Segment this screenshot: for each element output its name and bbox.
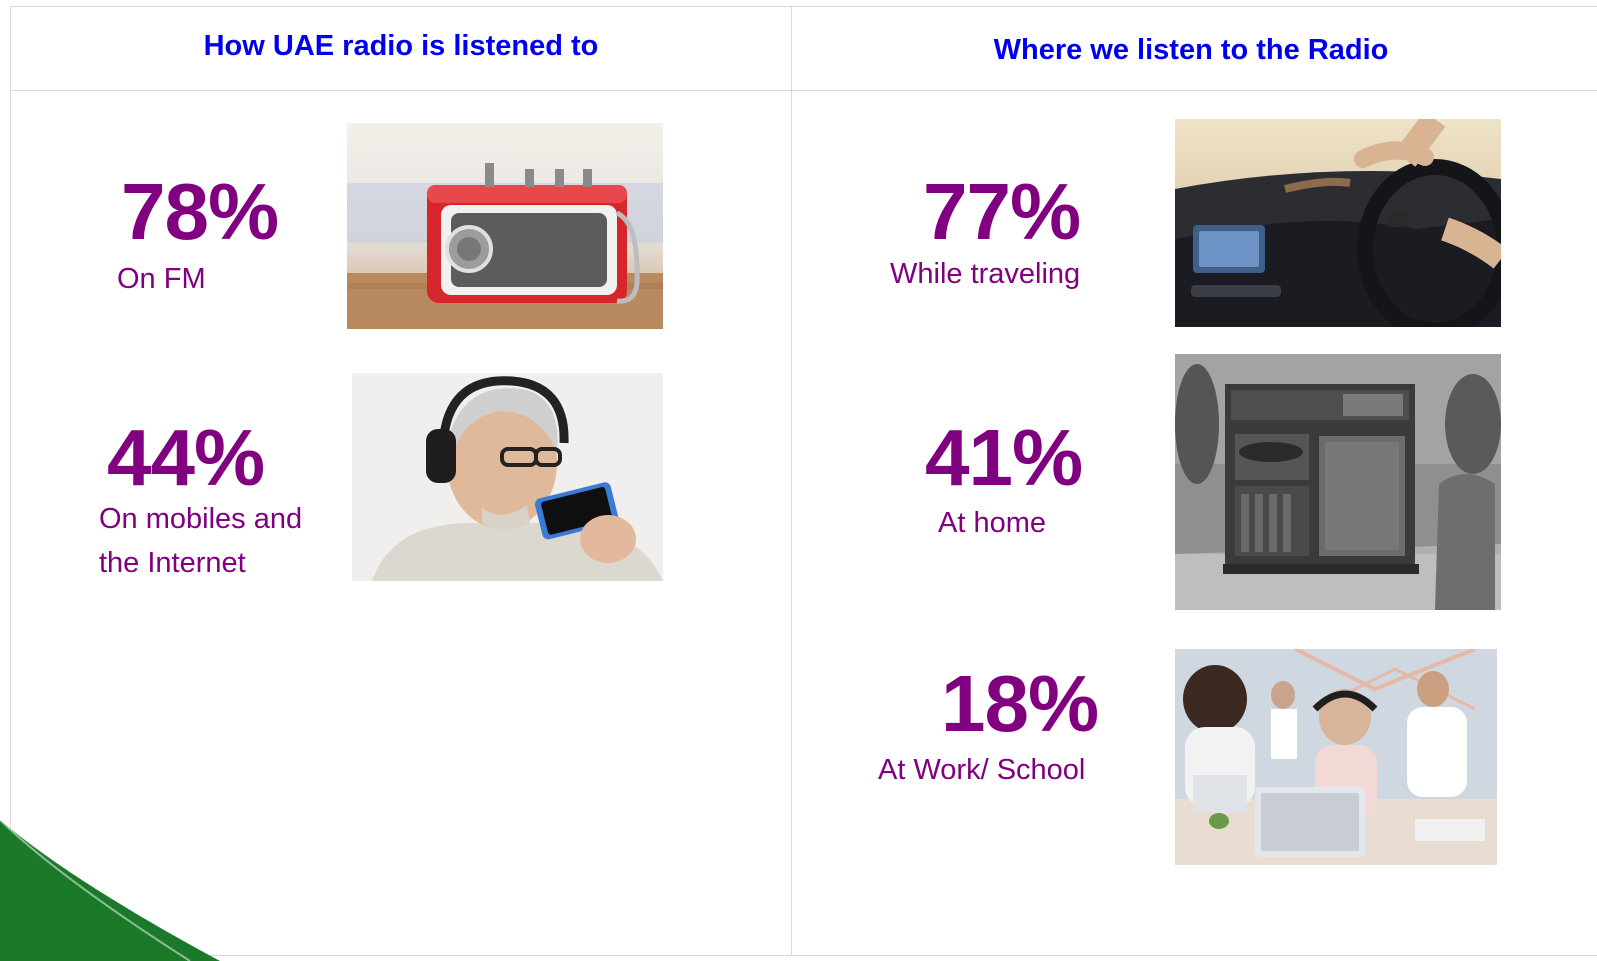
stat-mobile-label-line2: the Internet <box>99 547 246 579</box>
stat-travel-label: While traveling <box>890 258 1081 290</box>
stat-home-percent: 41% <box>925 413 1083 502</box>
left-panel-heading: How UAE radio is listened to <box>203 30 599 62</box>
right-panel-heading: Where we listen to the Radio <box>993 34 1389 66</box>
stat-work-label: At Work/ School <box>878 754 1086 786</box>
header-divider <box>10 90 1597 91</box>
stat-fm-percent: 78% <box>121 167 279 256</box>
red-portable-radio-photo <box>347 123 663 329</box>
vintage-radio-cabinet-photo <box>1175 354 1501 610</box>
green-swoosh-logo <box>0 820 220 961</box>
car-dashboard-driving-photo <box>1175 119 1501 327</box>
stat-mobile-percent: 44% <box>107 413 265 502</box>
office-people-laptops-photo <box>1175 649 1497 865</box>
stat-home-label: At home <box>938 507 1046 539</box>
stat-travel-percent: 77% <box>923 167 1081 256</box>
stat-work-percent: 18% <box>941 659 1099 748</box>
man-headphones-phone-photo <box>352 373 663 581</box>
stat-fm-label: On FM <box>117 263 206 295</box>
stat-mobile-label-line1: On mobiles and <box>99 503 303 535</box>
